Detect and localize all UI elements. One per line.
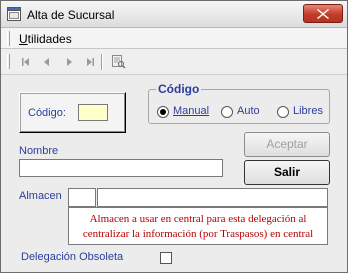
codigo-mode-group: Código Manual Auto Libres	[148, 82, 330, 124]
radio-auto-dot	[221, 106, 233, 118]
last-record-icon	[87, 58, 94, 66]
navigation-toolbar	[1, 49, 347, 75]
radio-manual-label: Manual	[173, 105, 210, 117]
codigo-input[interactable]	[78, 104, 108, 121]
nombre-input[interactable]	[19, 159, 223, 177]
print-preview-button[interactable]	[109, 55, 127, 69]
last-record-button[interactable]	[82, 55, 98, 69]
almacen-hint-line2: centralizar la información (por Traspaso…	[82, 228, 314, 240]
nombre-label: Nombre	[19, 145, 59, 157]
codigo-mode-title: Código	[156, 82, 202, 96]
radio-manual-dot	[157, 106, 169, 118]
almacen-name-input[interactable]	[97, 188, 328, 207]
menu-utilidades-label: tilidades	[27, 32, 72, 46]
window-title: Alta de Sucursal	[27, 8, 115, 22]
almacen-label: Almacen	[19, 190, 62, 202]
almacen-code-input[interactable]	[68, 188, 96, 207]
print-preview-icon	[112, 55, 126, 69]
toolbar-grip[interactable]	[7, 54, 10, 69]
first-record-icon	[22, 58, 29, 66]
obsoleta-label: Delegación Obsoleta	[21, 251, 124, 263]
aceptar-button[interactable]: Aceptar	[244, 132, 330, 157]
salir-button[interactable]: Salir	[244, 160, 330, 185]
app-icon	[7, 7, 21, 21]
next-record-button[interactable]	[61, 55, 77, 69]
title-bar[interactable]: Alta de Sucursal	[1, 1, 347, 28]
radio-libres-dot	[277, 106, 289, 118]
menubar-grip[interactable]	[7, 31, 10, 46]
menu-utilidades-mnemonic: U	[19, 32, 28, 46]
radio-libres-label: Libres	[293, 105, 323, 117]
menu-bar: Utilidades	[1, 28, 347, 49]
dialog-window: Alta de Sucursal Utilidades Código: Códi…	[0, 0, 348, 273]
codigo-label: Código:	[28, 107, 66, 119]
almacen-hint: Almacen a usar en central para esta dele…	[68, 207, 328, 245]
form-panel: Código: Código Manual Auto Libres Acepta…	[1, 76, 347, 272]
radio-auto-label: Auto	[237, 105, 260, 117]
almacen-hint-line1: Almacen a usar en central para esta dele…	[89, 213, 307, 225]
salir-button-label: Salir	[273, 165, 300, 179]
close-icon	[317, 9, 329, 19]
menu-utilidades[interactable]: Utilidades	[19, 32, 72, 46]
aceptar-button-label: Aceptar	[266, 137, 308, 151]
toolbar-separator	[101, 54, 103, 70]
obsoleta-checkbox[interactable]	[160, 252, 172, 264]
first-record-button[interactable]	[18, 55, 34, 69]
close-button[interactable]	[303, 4, 343, 23]
previous-record-button[interactable]	[39, 55, 55, 69]
codigo-box: Código:	[19, 92, 126, 133]
previous-record-icon	[44, 58, 49, 66]
next-record-icon	[67, 58, 72, 66]
